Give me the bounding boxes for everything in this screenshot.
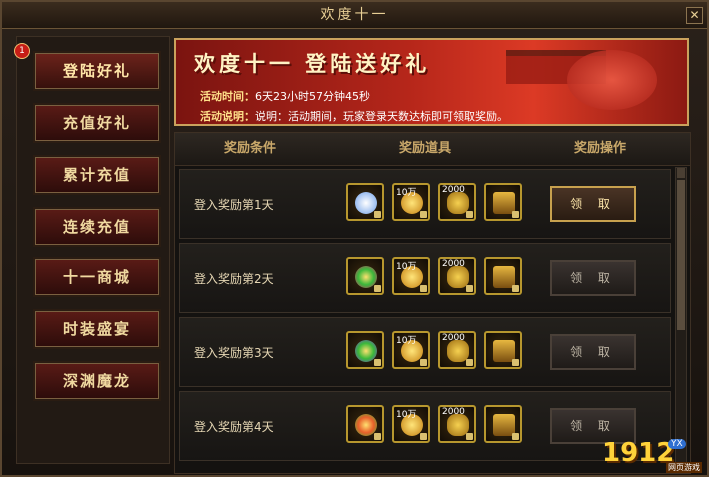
lantern-icon xyxy=(567,50,657,110)
row-condition: 登入奖励第3天 xyxy=(194,346,274,360)
gold-ingot-icon[interactable]: 2000 xyxy=(438,257,476,295)
banner-title: 欢度十一 登陆送好礼 xyxy=(194,51,431,76)
scrollbar[interactable] xyxy=(675,167,687,469)
lock-icon xyxy=(420,285,427,292)
lock-icon xyxy=(466,433,473,440)
crystal-icon[interactable] xyxy=(346,405,384,443)
site-logo-sub: 网页游戏 xyxy=(666,462,702,473)
lock-icon xyxy=(466,359,473,366)
scroll-up-icon[interactable] xyxy=(677,168,685,178)
lock-icon xyxy=(466,211,473,218)
treasure-chest-icon[interactable] xyxy=(484,183,522,221)
treasure-chest-icon[interactable] xyxy=(484,331,522,369)
gold-ingot-icon[interactable]: 2000 xyxy=(438,331,476,369)
gold-coin-icon[interactable]: 10万 xyxy=(392,257,430,295)
title-bar: 欢度十一 ✕ xyxy=(2,2,707,29)
site-logo-tag: YX xyxy=(668,439,686,449)
lock-icon xyxy=(512,359,519,366)
event-time-label: 活动时间： xyxy=(200,90,255,103)
lock-icon xyxy=(374,211,381,218)
gold-coin-icon[interactable]: 10万 xyxy=(392,331,430,369)
window-title: 欢度十一 xyxy=(320,7,389,23)
lock-icon xyxy=(374,433,381,440)
treasure-chest-icon[interactable] xyxy=(484,405,522,443)
gold-coin-icon[interactable]: 10万 xyxy=(392,405,430,443)
sidebar-item-shop[interactable]: 十一商城 xyxy=(33,257,161,297)
crystal-icon[interactable] xyxy=(346,257,384,295)
lock-icon xyxy=(374,359,381,366)
event-time-value: 6天23小时57分钟45秒 xyxy=(255,90,370,103)
sidebar-item-cumulative-recharge[interactable]: 累计充值 xyxy=(33,155,161,195)
crystal-icon[interactable] xyxy=(346,331,384,369)
sidebar-item-continuous-recharge[interactable]: 连续充值 xyxy=(33,207,161,247)
table-row: 登入奖励第4天 10万 2000 领 取 xyxy=(179,391,671,461)
sidebar-item-fashion[interactable]: 时装盛宴 xyxy=(33,309,161,349)
sidebar-item-login-gift[interactable]: 登陆好礼 xyxy=(33,51,161,91)
treasure-chest-icon[interactable] xyxy=(484,257,522,295)
notification-badge: 1 xyxy=(14,43,30,59)
sidebar-item-abyss-dragon[interactable]: 深渊魔龙 xyxy=(33,361,161,401)
sidebar-item-recharge-gift[interactable]: 充值好礼 xyxy=(33,103,161,143)
lock-icon xyxy=(466,285,473,292)
claim-button[interactable]: 领 取 xyxy=(550,260,636,296)
table-row: 登入奖励第1天 10万 2000 领 取 xyxy=(179,169,671,239)
event-banner: 欢度十一 登陆送好礼 活动时间：6天23小时57分钟45秒 活动说明：说明：活动… xyxy=(174,38,689,126)
table-row: 登入奖励第3天 10万 2000 领 取 xyxy=(179,317,671,387)
crystal-icon[interactable] xyxy=(346,183,384,221)
gold-coin-icon[interactable]: 10万 xyxy=(392,183,430,221)
lock-icon xyxy=(420,433,427,440)
gold-ingot-icon[interactable]: 2000 xyxy=(438,183,476,221)
row-condition: 登入奖励第2天 xyxy=(194,272,274,286)
lock-icon xyxy=(420,359,427,366)
table-row: 登入奖励第2天 10万 2000 领 取 xyxy=(179,243,671,313)
event-desc-value: 说明：活动期间，玩家登录天数达标即可领取奖励。 xyxy=(255,110,508,123)
reward-table: 奖励条件 奖励道具 奖励操作 登入奖励第1天 10万 2000 领 取 登入奖励… xyxy=(174,132,691,474)
event-desc: 活动说明：说明：活动期间，玩家登录天数达标即可领取奖励。 xyxy=(200,108,508,124)
event-desc-label: 活动说明： xyxy=(200,110,255,123)
site-logo: 1912 xyxy=(602,438,675,468)
claim-button[interactable]: 领 取 xyxy=(550,186,636,222)
sidebar: 登陆好礼 充值好礼 累计充值 连续充值 十一商城 时装盛宴 深渊魔龙 xyxy=(16,36,170,464)
header-action: 奖励操作 xyxy=(573,141,626,156)
close-icon[interactable]: ✕ xyxy=(686,7,703,24)
header-items: 奖励道具 xyxy=(398,141,451,156)
event-window: 欢度十一 ✕ 登陆好礼 充值好礼 累计充值 连续充值 十一商城 时装盛宴 深渊魔… xyxy=(0,0,709,477)
row-condition: 登入奖励第1天 xyxy=(194,198,274,212)
lock-icon xyxy=(512,211,519,218)
gold-ingot-icon[interactable]: 2000 xyxy=(438,405,476,443)
lock-icon xyxy=(374,285,381,292)
lock-icon xyxy=(420,211,427,218)
claim-button[interactable]: 领 取 xyxy=(550,334,636,370)
lock-icon xyxy=(512,433,519,440)
event-time: 活动时间：6天23小时57分钟45秒 xyxy=(200,88,370,104)
row-condition: 登入奖励第4天 xyxy=(194,420,274,434)
header-condition: 奖励条件 xyxy=(223,141,276,156)
lock-icon xyxy=(512,285,519,292)
scroll-thumb[interactable] xyxy=(677,180,685,330)
